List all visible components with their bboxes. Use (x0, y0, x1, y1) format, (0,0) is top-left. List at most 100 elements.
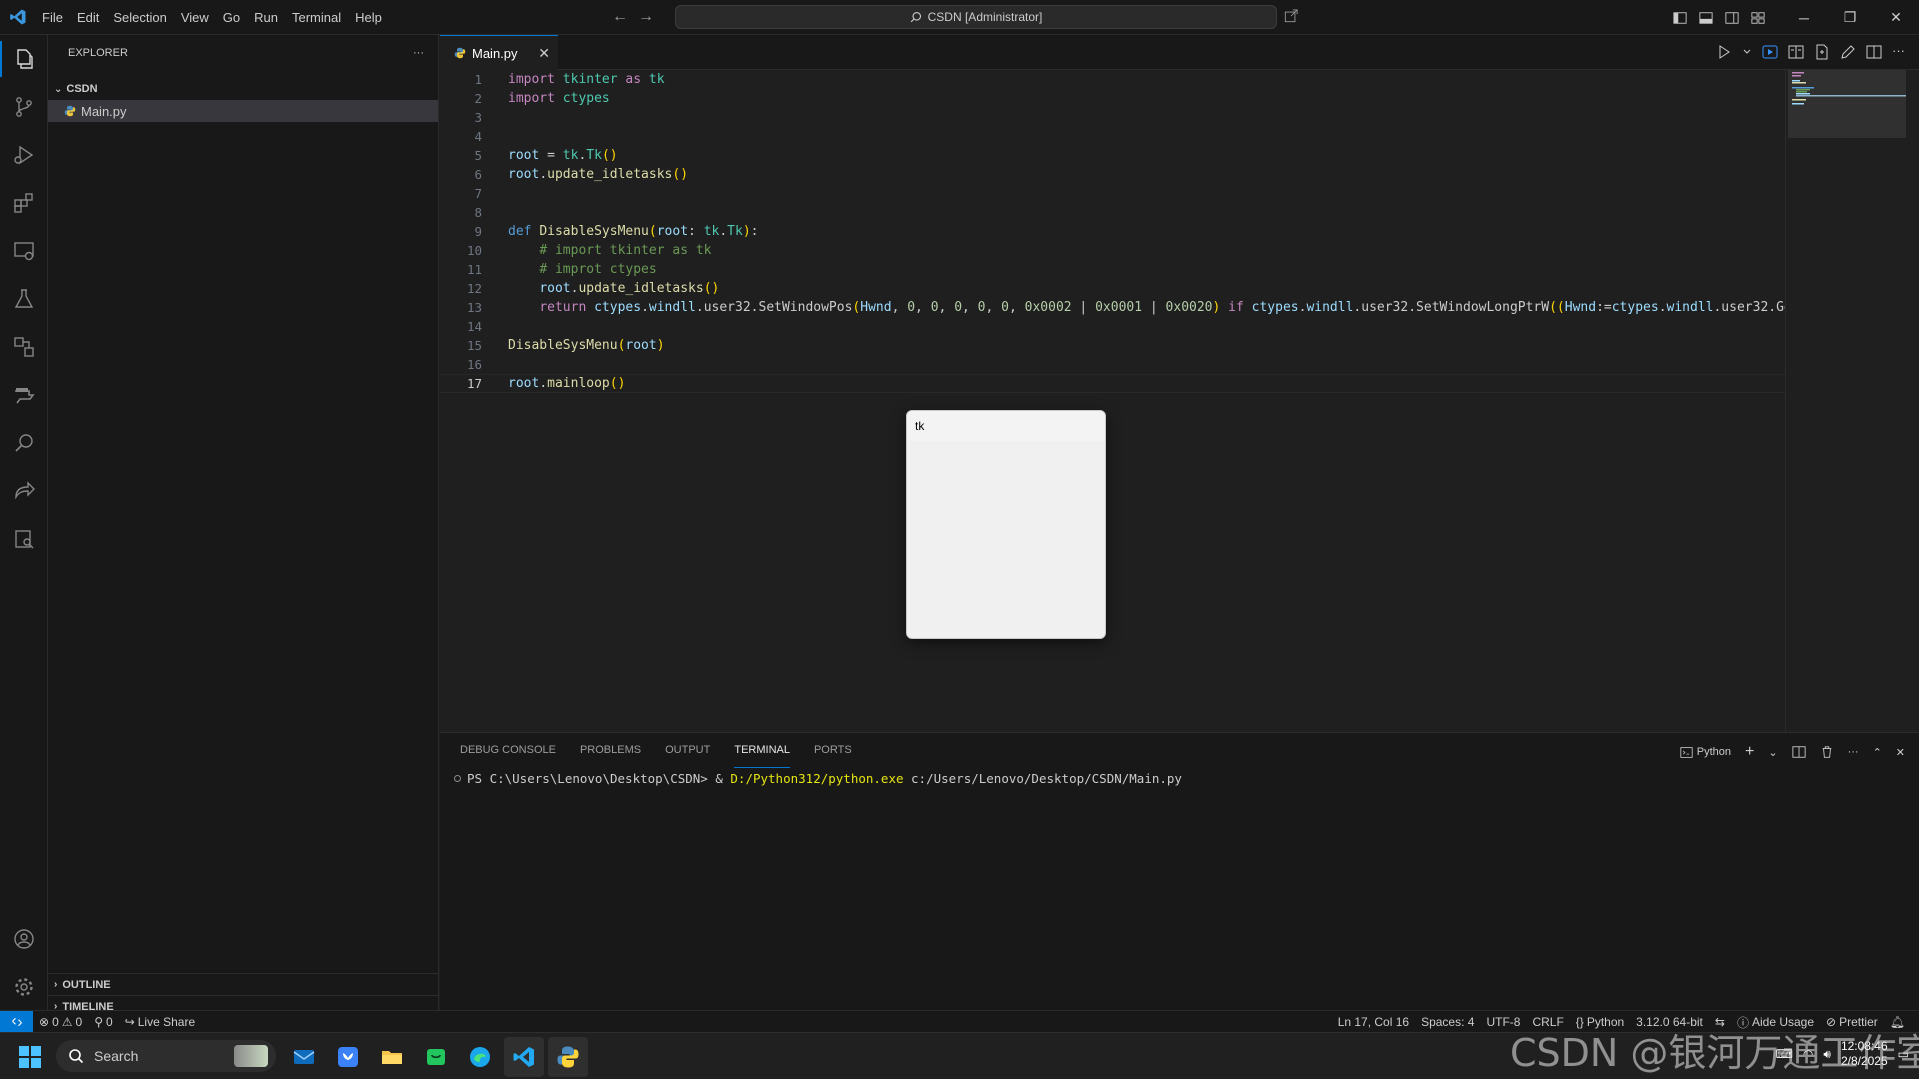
code-line[interactable]: 4 (440, 127, 1785, 146)
code-line[interactable]: 5 root = tk.Tk() (440, 146, 1785, 165)
open-changes-icon[interactable] (1788, 44, 1804, 60)
extensions-icon[interactable] (0, 179, 48, 227)
menu-go[interactable]: Go (216, 0, 247, 35)
remote-explorer-icon[interactable] (0, 227, 48, 275)
tk-window-title[interactable]: tk (907, 411, 1105, 441)
taskbar-search[interactable]: Search (56, 1040, 276, 1072)
code-line[interactable]: 17 root.mainloop() (440, 374, 1785, 393)
code-token: . (719, 224, 728, 239)
store-app-icon[interactable] (416, 1037, 456, 1077)
close-tab-icon[interactable]: ✕ (538, 45, 550, 62)
search-view-icon[interactable] (0, 419, 48, 467)
open-external-icon[interactable] (1284, 9, 1298, 26)
run-preview-icon[interactable] (1762, 44, 1778, 60)
remote-indicator-icon[interactable] (0, 1010, 33, 1033)
code-line[interactable]: 1 import tkinter as tk (440, 70, 1785, 89)
indentation[interactable]: Spaces: 4 (1415, 1015, 1480, 1029)
terminal-profile[interactable]: Python (1680, 746, 1731, 759)
menu-file[interactable]: File (35, 0, 70, 35)
tab-output[interactable]: OUTPUT (665, 733, 710, 768)
compare-file-icon[interactable] (1814, 44, 1830, 60)
testing-icon[interactable] (0, 275, 48, 323)
terminal-output[interactable]: PS C:\Users\Lenovo\Desktop\CSDN> & D:/Py… (454, 771, 1182, 786)
explorer-icon[interactable] (0, 35, 48, 83)
code-editor[interactable]: 1 import tkinter as tk 2 import ctypes 3 4 5 ro… (440, 70, 1785, 732)
live-share-icon[interactable] (0, 467, 48, 515)
tab-terminal[interactable]: TERMINAL (734, 733, 790, 768)
accounts-icon[interactable] (0, 915, 48, 963)
chevron-down-icon[interactable]: ⌄ (1768, 746, 1777, 759)
chevron-down-icon[interactable] (1742, 44, 1752, 60)
menu-help[interactable]: Help (348, 0, 389, 35)
live-share-icon: ↪ (124, 1014, 135, 1029)
code-line[interactable]: 3 (440, 108, 1785, 127)
python-environments-icon[interactable] (0, 323, 48, 371)
tab-main-py[interactable]: Main.py ✕ (440, 35, 558, 70)
menu-view[interactable]: View (174, 0, 216, 35)
toggle-secondary-sidebar-icon[interactable] (1725, 11, 1739, 25)
trash-icon[interactable] (1820, 745, 1834, 759)
pencil-icon[interactable] (1840, 44, 1856, 60)
minimap[interactable] (1785, 70, 1919, 732)
maximize-panel-icon[interactable]: ⌃ (1873, 746, 1882, 759)
menu-selection[interactable]: Selection (106, 0, 173, 35)
menu-edit[interactable]: Edit (70, 0, 106, 35)
code-line[interactable]: 14 (440, 317, 1785, 336)
code-line[interactable]: 12 root.update_idletasks() (440, 279, 1785, 298)
live-share-status[interactable]: ↪ Live Share (119, 1015, 201, 1029)
back-arrow-icon[interactable]: ← (612, 8, 628, 26)
code-line[interactable]: 16 (440, 355, 1785, 374)
edge-browser-icon[interactable] (460, 1037, 500, 1077)
file-item-main-py[interactable]: Main.py (48, 100, 438, 122)
folder-csdn[interactable]: ⌄ CSDN (48, 78, 438, 100)
problems-status[interactable]: ⊗ 0 ⚠ 0 (33, 1015, 88, 1029)
command-center[interactable]: CSDN [Administrator] (675, 5, 1277, 29)
more-actions-icon[interactable]: ··· (1848, 746, 1859, 758)
vscode-app-icon[interactable] (504, 1037, 544, 1077)
run-file-icon[interactable] (1716, 44, 1732, 60)
cursor-position[interactable]: Ln 17, Col 16 (1332, 1015, 1415, 1029)
toggle-panel-icon[interactable] (1699, 11, 1713, 25)
split-terminal-icon[interactable] (1792, 745, 1806, 759)
mail-app-icon[interactable] (284, 1037, 324, 1077)
run-and-debug-icon[interactable] (0, 131, 48, 179)
new-terminal-icon[interactable]: + (1745, 743, 1754, 761)
code-token: as (625, 72, 642, 87)
restore-button[interactable]: ❐ (1827, 0, 1873, 35)
more-actions-icon[interactable]: ··· (413, 47, 424, 59)
tab-debug-console[interactable]: DEBUG CONSOLE (460, 733, 556, 768)
code-line[interactable]: 11 # improt ctypes (440, 260, 1785, 279)
more-actions-icon[interactable]: ··· (1892, 44, 1905, 60)
outline-section[interactable]: › OUTLINE (48, 973, 439, 995)
tk-app-window[interactable]: tk (906, 410, 1106, 639)
forward-arrow-icon[interactable]: → (638, 8, 654, 26)
search-highlight-icon (234, 1045, 268, 1067)
docker-icon[interactable] (0, 371, 48, 419)
toggle-primary-sidebar-icon[interactable] (1673, 11, 1687, 25)
ports-status[interactable]: ⚲ 0 (88, 1015, 118, 1029)
split-editor-icon[interactable] (1866, 44, 1882, 60)
close-window-button[interactable]: ✕ (1873, 0, 1919, 35)
minimize-button[interactable]: ─ (1781, 0, 1827, 35)
menu-run[interactable]: Run (247, 0, 285, 35)
code-line[interactable]: 15 DisableSysMenu(root) (440, 336, 1785, 355)
file-explorer-icon[interactable] (372, 1037, 412, 1077)
tab-ports[interactable]: PORTS (814, 733, 852, 768)
windows-start-icon[interactable] (18, 1045, 42, 1072)
menu-terminal[interactable]: Terminal (285, 0, 348, 35)
code-line[interactable]: 10 # import tkinter as tk (440, 241, 1785, 260)
customize-layout-icon[interactable] (1751, 11, 1765, 25)
code-line[interactable]: 8 (440, 203, 1785, 222)
tab-problems[interactable]: PROBLEMS (580, 733, 641, 768)
code-analysis-icon[interactable] (0, 515, 48, 563)
manage-gear-icon[interactable] (0, 963, 48, 1011)
code-line[interactable]: 13 return ctypes.windll.user32.SetWindow… (440, 298, 1785, 317)
close-panel-icon[interactable]: ✕ (1896, 746, 1905, 759)
code-line[interactable]: 6 root.update_idletasks() (440, 165, 1785, 184)
code-line[interactable]: 2 import ctypes (440, 89, 1785, 108)
code-line[interactable]: 7 (440, 184, 1785, 203)
code-line[interactable]: 9 def DisableSysMenu(root: tk.Tk): (440, 222, 1785, 241)
source-control-icon[interactable] (0, 83, 48, 131)
python-app-icon[interactable] (548, 1037, 588, 1077)
bluesky-app-icon[interactable] (328, 1037, 368, 1077)
